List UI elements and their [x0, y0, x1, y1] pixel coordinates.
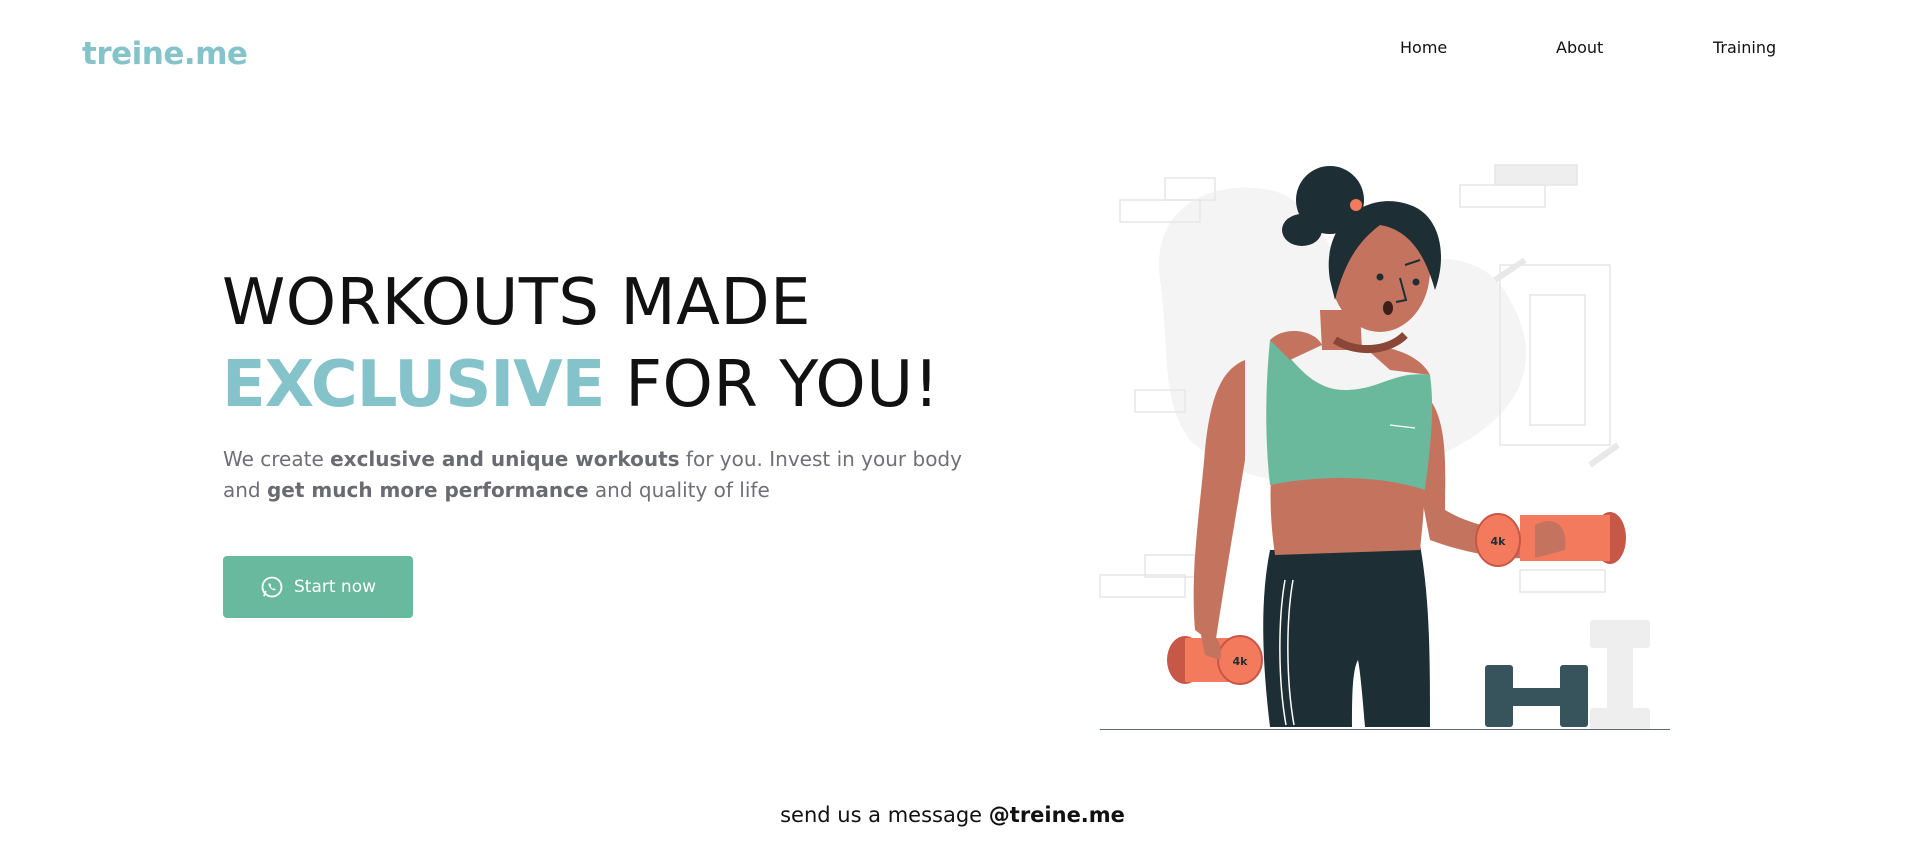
- start-now-label: Start now: [293, 577, 376, 597]
- dumbbell-label-left: 4k: [1233, 655, 1249, 668]
- hero-title-line1: WORKOUTS MADE: [222, 266, 812, 340]
- desc-bold-2: get much more performance: [266, 478, 589, 502]
- desc-text-1: We create: [223, 447, 331, 471]
- dumbbell-label-right: 4k: [1491, 535, 1507, 548]
- workout-illustration: 4k 4k: [1099, 164, 1670, 730]
- footer-handle-link[interactable]: @treine.me: [989, 803, 1125, 827]
- footer-text: send us a message: [780, 803, 989, 827]
- hero-description: We create exclusive and unique workouts …: [223, 444, 993, 506]
- site-header: treine.me Home About Training: [0, 0, 1905, 110]
- footer-message: send us a message @treine.me: [0, 803, 1905, 827]
- hero-title-rest: FOR YOU!: [604, 348, 940, 422]
- background-dumbbell: [1590, 620, 1650, 730]
- whatsapp-icon: [261, 576, 283, 598]
- desc-bold-1: exclusive and unique workouts: [330, 447, 680, 471]
- nav-about[interactable]: About: [1556, 38, 1603, 68]
- desc-text-3: and quality of life: [588, 478, 770, 502]
- nav-training[interactable]: Training: [1713, 38, 1776, 68]
- floor-dumbbell: [1485, 665, 1588, 727]
- hero-title: WORKOUTS MADE EXCLUSIVE FOR YOU!: [222, 262, 982, 426]
- hero-title-accent: EXCLUSIVE: [222, 348, 605, 422]
- site-logo[interactable]: treine.me: [82, 36, 248, 72]
- nav-home[interactable]: Home: [1400, 38, 1447, 68]
- start-now-button[interactable]: Start now: [223, 556, 413, 618]
